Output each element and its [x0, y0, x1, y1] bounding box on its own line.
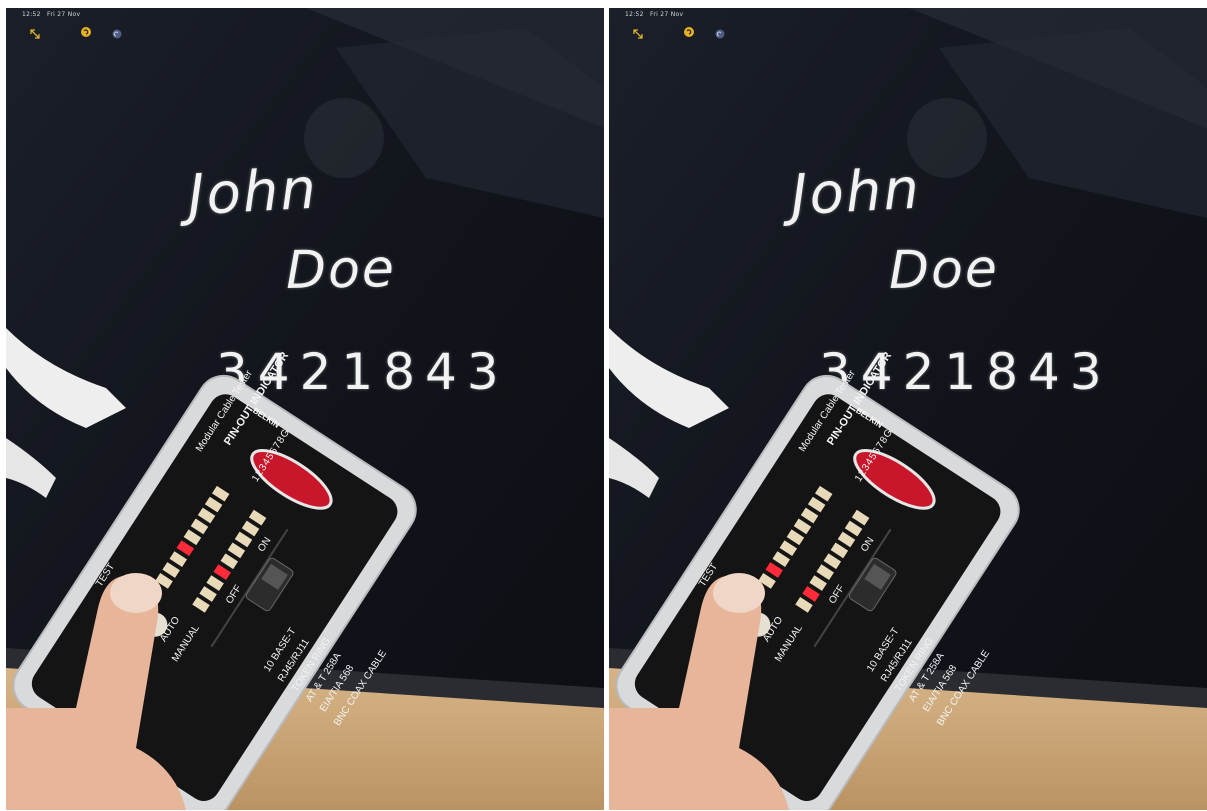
photo-panel-right: 12:52 Fri 27 Nov John Doe 3421843 BELKIN… [609, 8, 1207, 810]
photo-panel-left: 12:52 Fri 27 Nov John Doe 3421843 BELKIN… [6, 8, 604, 810]
finger [609, 573, 789, 810]
finger [6, 573, 186, 810]
